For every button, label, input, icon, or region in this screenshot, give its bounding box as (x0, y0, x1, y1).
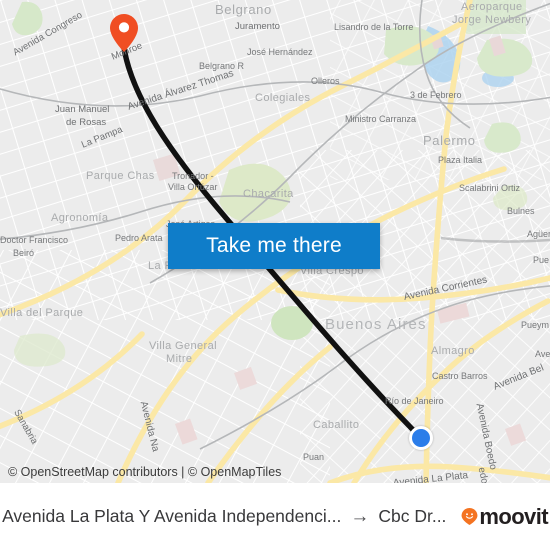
footer-origin-name: Avenida La Plata Y Avenida Independenci.… (2, 506, 342, 526)
origin-map-pin-icon[interactable] (110, 14, 138, 52)
route-footer-bar: Avenida La Plata Y Avenida Independenci.… (0, 483, 550, 550)
footer-destination-name: Cbc Dr... (378, 506, 447, 526)
moovit-pin-smiley-icon (461, 508, 478, 525)
moovit-wordmark: moovit (479, 503, 548, 529)
map-canvas[interactable]: Belgrano Aeroparque Jorge Newbery Juramento… (0, 0, 550, 483)
take-me-there-button[interactable]: Take me there (168, 223, 380, 269)
moovit-route-preview: Belgrano Aeroparque Jorge Newbery Juramento… (0, 0, 550, 550)
destination-dot-icon[interactable] (409, 426, 433, 450)
arrow-right-icon: → (350, 506, 370, 527)
map-attribution: © OpenStreetMap contributors | © OpenMap… (8, 465, 282, 479)
moovit-logo[interactable]: moovit (461, 503, 549, 530)
